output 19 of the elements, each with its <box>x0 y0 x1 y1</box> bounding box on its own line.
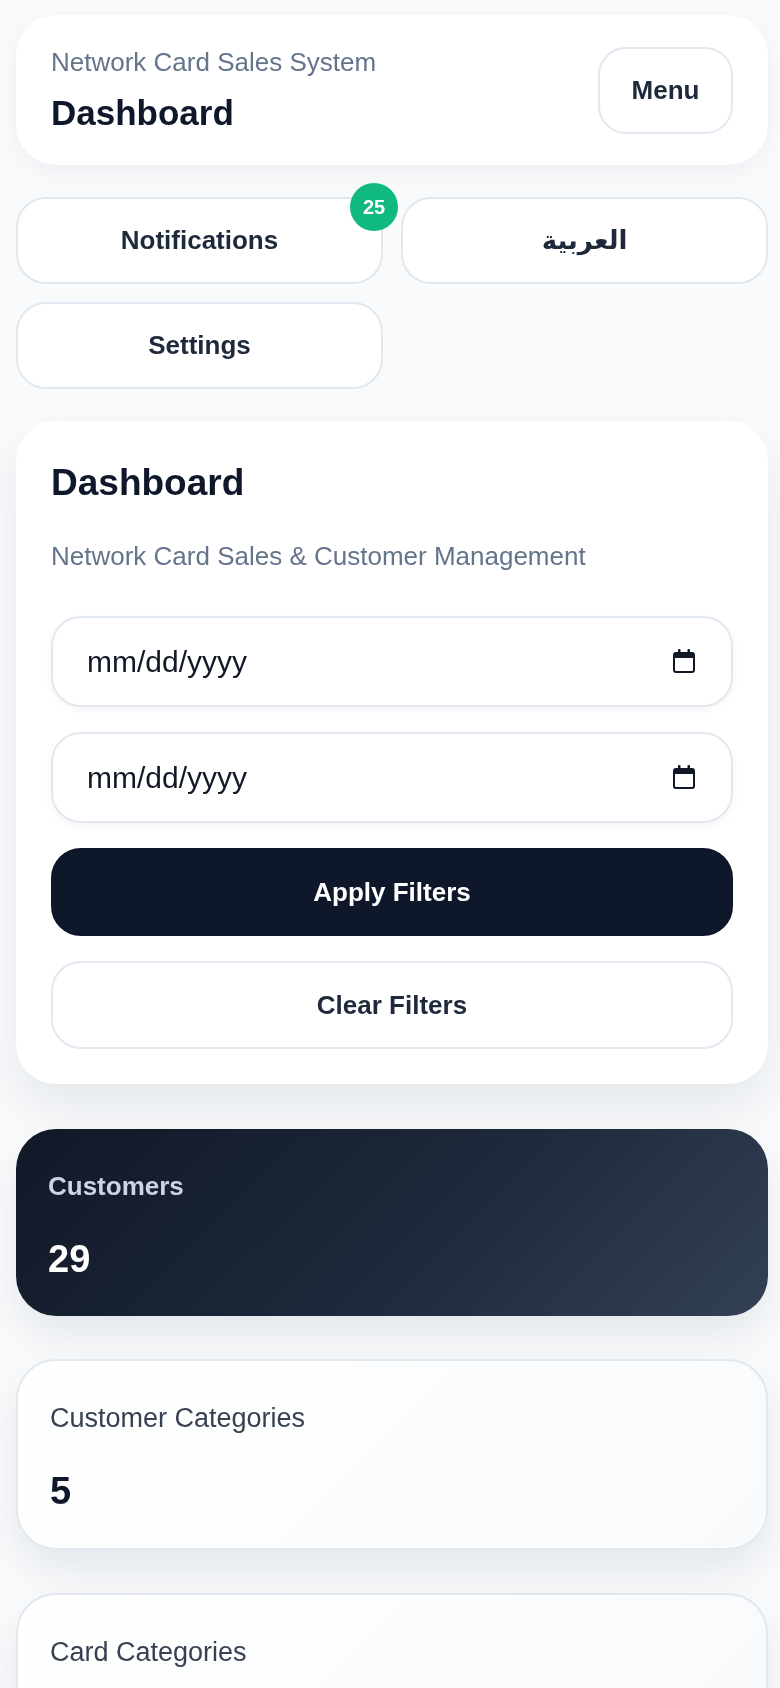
action-button[interactable]: Settings <box>16 302 383 389</box>
app-subtitle: Network Card Sales System <box>51 46 377 78</box>
stat-value: 29 <box>48 1237 91 1281</box>
calendar-icon[interactable] <box>673 649 695 673</box>
notification-count-badge: 25 <box>350 183 398 231</box>
date-input-field[interactable]: mm/dd/yyyy <box>51 616 733 707</box>
page-title: Dashboard <box>51 92 235 134</box>
section-subtitle: Network Card Sales & Customer Management <box>51 541 587 571</box>
clear-filters-button[interactable]: Clear Filters <box>51 961 733 1049</box>
date-input-field[interactable]: mm/dd/yyyy <box>51 732 733 823</box>
section-title: Dashboard <box>51 461 246 505</box>
calendar-icon[interactable] <box>673 765 695 789</box>
stat-label: Card Categories <box>50 1637 247 1667</box>
stat-value: 5 <box>50 1469 72 1513</box>
apply-filters-button[interactable]: Apply Filters <box>51 848 733 936</box>
stat-label: Customer Categories <box>50 1403 306 1433</box>
action-button[interactable]: العربية <box>401 197 768 284</box>
menu-button[interactable]: Menu <box>598 46 733 134</box>
stat-label: Customers <box>48 1171 184 1201</box>
